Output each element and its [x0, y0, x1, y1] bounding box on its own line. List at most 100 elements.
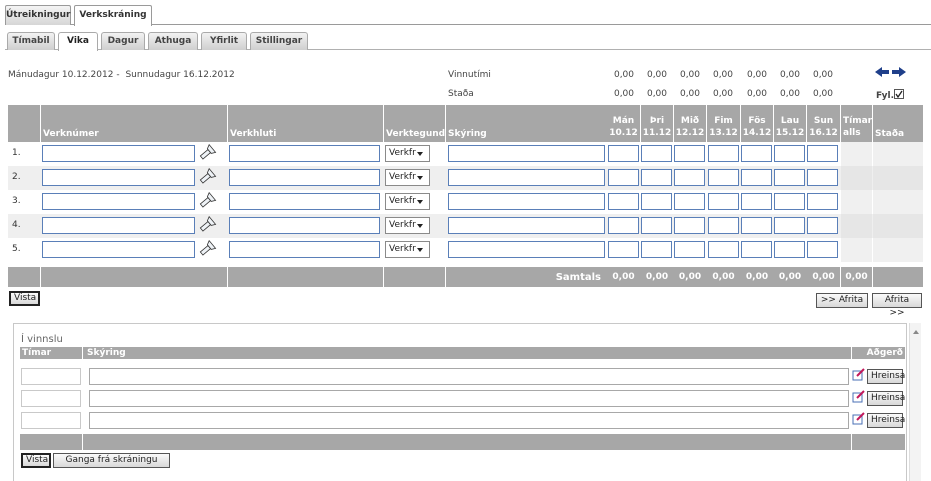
day-hours-input[interactable]	[774, 169, 805, 186]
tab-dagur[interactable]: Dagur	[101, 32, 145, 50]
row-stada-cell	[873, 142, 923, 166]
edit-icon[interactable]	[852, 368, 865, 381]
header-day: Lau 15.12	[774, 105, 806, 142]
verknumer-input[interactable]	[42, 241, 195, 258]
fyl-checkbox[interactable]	[894, 89, 904, 99]
tab-timabil[interactable]: Tímabil	[7, 32, 55, 50]
panel-skyring-input[interactable]	[89, 390, 849, 407]
verknumer-input[interactable]	[42, 145, 195, 162]
day-hours-input[interactable]	[641, 217, 672, 234]
day-hours-input[interactable]	[641, 241, 672, 258]
verktegund-select[interactable]: Verkfr	[385, 217, 430, 234]
skyring-input[interactable]	[448, 193, 605, 210]
day-hours-input[interactable]	[807, 193, 838, 210]
day-hours-input[interactable]	[708, 193, 739, 210]
verknumer-input[interactable]	[42, 193, 195, 210]
day-hours-input[interactable]	[807, 217, 838, 234]
row-total-cell	[841, 214, 872, 238]
verkhluti-input[interactable]	[229, 241, 380, 258]
afrita-prev-button[interactable]: >> Afrita	[816, 293, 868, 308]
arrow-right-icon[interactable]	[892, 67, 906, 77]
tab-vika[interactable]: Vika	[58, 32, 98, 51]
verkhluti-input[interactable]	[229, 145, 380, 162]
skyring-input[interactable]	[448, 241, 605, 258]
verktegund-select[interactable]: Verkfr	[385, 145, 430, 162]
verkhluti-input[interactable]	[229, 169, 380, 186]
day-hours-input[interactable]	[641, 193, 672, 210]
day-hours-input[interactable]	[641, 169, 672, 186]
day-hours-input[interactable]	[608, 145, 639, 162]
day-hours-input[interactable]	[674, 193, 705, 210]
sub-tab-bar: Tímabil Vika Dagur Athuga Yfirlit Stilli…	[5, 31, 931, 51]
verknumer-input[interactable]	[42, 169, 195, 186]
panel-timar-input[interactable]	[21, 368, 81, 385]
day-hours-input[interactable]	[608, 169, 639, 186]
header-rownum	[8, 105, 40, 142]
day-hours-input[interactable]	[741, 145, 772, 162]
skyring-input[interactable]	[448, 169, 605, 186]
verktegund-value: Verkfr	[389, 220, 416, 230]
day-hours-input[interactable]	[774, 217, 805, 234]
day-hours-input[interactable]	[674, 145, 705, 162]
panel-skyring-input[interactable]	[89, 412, 849, 429]
verkhluti-input[interactable]	[229, 217, 380, 234]
day-hours-input[interactable]	[741, 193, 772, 210]
flashlight-icon[interactable]	[197, 168, 217, 186]
scroll-up-icon[interactable]	[910, 327, 922, 337]
hreinsa-button[interactable]: Hreinsa	[867, 413, 905, 428]
day-hours-input[interactable]	[708, 217, 739, 234]
hreinsa-button[interactable]: Hreinsa	[867, 391, 905, 406]
day-hours-input[interactable]	[608, 217, 639, 234]
skyring-input[interactable]	[448, 217, 605, 234]
day-hours-input[interactable]	[708, 241, 739, 258]
panel-vista-button[interactable]: Vista	[21, 453, 51, 468]
verkhluti-input[interactable]	[229, 193, 380, 210]
day-hours-input[interactable]	[774, 193, 805, 210]
panel-timar-input[interactable]	[21, 390, 81, 407]
afrita-next-button[interactable]: Afrita >>	[872, 293, 922, 318]
day-hours-input[interactable]	[741, 217, 772, 234]
day-hours-input[interactable]	[774, 145, 805, 162]
arrow-left-icon[interactable]	[875, 67, 889, 77]
panel-scrollbar[interactable]	[909, 323, 921, 481]
header-day: Fös 14.12	[741, 105, 773, 142]
verktegund-select[interactable]: Verkfr	[385, 169, 430, 186]
day-hours-input[interactable]	[708, 169, 739, 186]
tab-utreikningur[interactable]: Útreikningur	[5, 5, 71, 25]
vista-button[interactable]: Vista	[9, 291, 40, 306]
panel-skyring-input[interactable]	[89, 368, 849, 385]
tab-athuga[interactable]: Athuga	[148, 32, 198, 50]
verktegund-select[interactable]: Verkfr	[385, 241, 430, 258]
flashlight-icon[interactable]	[197, 240, 217, 258]
day-hours-input[interactable]	[807, 145, 838, 162]
edit-icon[interactable]	[852, 390, 865, 403]
day-hours-input[interactable]	[608, 241, 639, 258]
row-total-cell	[841, 142, 872, 166]
day-hours-input[interactable]	[807, 169, 838, 186]
tab-stillingar[interactable]: Stillingar	[250, 32, 308, 50]
verknumer-input[interactable]	[42, 217, 195, 234]
ganga-fra-button[interactable]: Ganga frá skráningu	[53, 453, 170, 468]
skyring-input[interactable]	[448, 145, 605, 162]
day-hours-input[interactable]	[708, 145, 739, 162]
flashlight-icon[interactable]	[197, 144, 217, 162]
day-hours-input[interactable]	[608, 193, 639, 210]
day-hours-input[interactable]	[807, 241, 838, 258]
hreinsa-button[interactable]: Hreinsa	[867, 369, 905, 384]
day-hours-input[interactable]	[674, 241, 705, 258]
flashlight-icon[interactable]	[197, 192, 217, 210]
edit-icon[interactable]	[852, 412, 865, 425]
panel-timar-input[interactable]	[21, 412, 81, 429]
tab-yfirlit[interactable]: Yfirlit	[201, 32, 247, 50]
tab-verkskraning[interactable]: Verkskráning	[74, 5, 152, 26]
chevron-down-icon	[417, 224, 423, 228]
day-hours-input[interactable]	[741, 169, 772, 186]
day-hours-input[interactable]	[641, 145, 672, 162]
verktegund-select[interactable]: Verkfr	[385, 193, 430, 210]
day-hours-input[interactable]	[774, 241, 805, 258]
day-hours-input[interactable]	[741, 241, 772, 258]
flashlight-icon[interactable]	[197, 216, 217, 234]
fyl-label: Fyl.	[876, 91, 895, 101]
day-hours-input[interactable]	[674, 217, 705, 234]
day-hours-input[interactable]	[674, 169, 705, 186]
